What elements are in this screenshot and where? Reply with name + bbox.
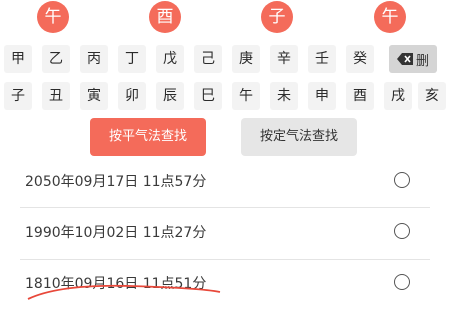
branch-key[interactable]: 亥	[418, 82, 446, 110]
delete-key[interactable]: 删	[389, 45, 437, 73]
stem-key[interactable]: 戊	[156, 45, 184, 73]
stem-key[interactable]: 丙	[80, 45, 108, 73]
stem-key[interactable]: 甲	[4, 45, 32, 73]
highlight-scribble	[27, 284, 221, 300]
stem-key[interactable]: 庚	[232, 45, 260, 73]
stem-key[interactable]: 己	[194, 45, 222, 73]
search-dingqi-button[interactable]: 按定气法查找	[241, 118, 357, 156]
branch-key[interactable]: 申	[308, 82, 336, 110]
branch-key[interactable]: 戌	[384, 82, 412, 110]
pillar-row: 午 酉 子 午	[0, 0, 450, 36]
branch-key[interactable]: 辰	[156, 82, 184, 110]
branch-key[interactable]: 午	[232, 82, 260, 110]
backspace-icon	[396, 53, 413, 65]
result-radio[interactable]	[394, 172, 410, 188]
branch-key[interactable]: 子	[4, 82, 32, 110]
stem-key[interactable]: 壬	[308, 45, 336, 73]
branch-key[interactable]: 未	[270, 82, 298, 110]
result-row[interactable]: 1990年10月02日 11点27分	[0, 205, 450, 261]
pillar-day[interactable]: 子	[261, 1, 293, 33]
pillar-year[interactable]: 午	[37, 1, 69, 33]
pillar-hour[interactable]: 午	[374, 1, 406, 33]
result-radio[interactable]	[394, 223, 410, 239]
stem-key[interactable]: 乙	[42, 45, 70, 73]
branch-key[interactable]: 巳	[194, 82, 222, 110]
result-datetime: 2050年09月17日 11点57分	[25, 174, 207, 190]
branch-key[interactable]: 酉	[346, 82, 374, 110]
search-pingqi-button[interactable]: 按平气法查找	[90, 118, 206, 156]
branch-key[interactable]: 寅	[80, 82, 108, 110]
result-datetime: 1990年10月02日 11点27分	[25, 225, 207, 241]
stem-key[interactable]: 丁	[118, 45, 146, 73]
delete-key-label: 删	[415, 53, 429, 69]
branch-key[interactable]: 卯	[118, 82, 146, 110]
stem-key[interactable]: 癸	[346, 45, 374, 73]
result-row[interactable]: 2050年09月17日 11点57分	[0, 154, 450, 210]
stem-key[interactable]: 辛	[270, 45, 298, 73]
pillar-month[interactable]: 酉	[149, 1, 181, 33]
branch-key[interactable]: 丑	[42, 82, 70, 110]
